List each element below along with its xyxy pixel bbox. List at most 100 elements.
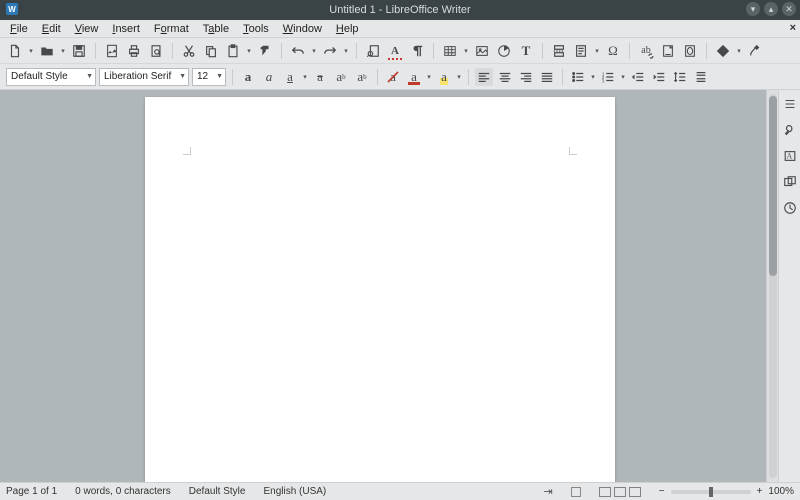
basic-shapes-dropdown[interactable]: ▾ bbox=[736, 42, 742, 60]
document-close-button[interactable]: × bbox=[790, 22, 796, 34]
menu-view[interactable]: View bbox=[69, 21, 105, 37]
save-button[interactable] bbox=[70, 42, 88, 60]
maximize-button[interactable]: ▴ bbox=[764, 2, 778, 16]
increase-indent-button[interactable] bbox=[650, 68, 668, 86]
insert-page-break-button[interactable] bbox=[550, 42, 568, 60]
insert-chart-button[interactable] bbox=[495, 42, 513, 60]
align-right-button[interactable] bbox=[517, 68, 535, 86]
new-document-dropdown[interactable]: ▾ bbox=[28, 42, 34, 60]
draw-functions-button[interactable] bbox=[746, 42, 764, 60]
zoom-slider[interactable] bbox=[671, 490, 751, 494]
scrollbar-thumb[interactable] bbox=[769, 96, 777, 276]
zoom-in-button[interactable]: + bbox=[757, 486, 763, 497]
align-left-button[interactable] bbox=[475, 68, 493, 86]
find-replace-button[interactable] bbox=[364, 42, 382, 60]
bullet-list-button[interactable] bbox=[569, 68, 587, 86]
new-document-button[interactable] bbox=[6, 42, 24, 60]
insert-footnote-button[interactable] bbox=[659, 42, 677, 60]
highlight-button[interactable]: a bbox=[435, 68, 453, 86]
view-multi-page-button[interactable] bbox=[614, 487, 626, 497]
font-color-button[interactable]: a bbox=[405, 68, 423, 86]
export-pdf-button[interactable] bbox=[103, 42, 121, 60]
scrollbar-track[interactable] bbox=[769, 94, 777, 478]
vertical-scrollbar[interactable] bbox=[766, 90, 778, 482]
insert-special-char-button[interactable]: Ω bbox=[604, 42, 622, 60]
view-single-page-button[interactable] bbox=[599, 487, 611, 497]
open-document-button[interactable] bbox=[38, 42, 56, 60]
sidebar-styles-button[interactable]: A bbox=[782, 148, 798, 164]
sidebar-properties-button[interactable] bbox=[782, 122, 798, 138]
italic-button[interactable]: a bbox=[260, 68, 278, 86]
insert-hyperlink-button[interactable]: ab bbox=[637, 42, 655, 60]
number-list-button[interactable]: 123 bbox=[599, 68, 617, 86]
undo-button[interactable] bbox=[289, 42, 307, 60]
undo-dropdown[interactable]: ▾ bbox=[311, 42, 317, 60]
zoom-out-button[interactable]: − bbox=[659, 486, 665, 497]
insert-bookmark-button[interactable] bbox=[681, 42, 699, 60]
font-color-dropdown[interactable]: ▾ bbox=[426, 68, 432, 86]
menu-tools[interactable]: Tools bbox=[237, 21, 275, 37]
strikethrough-button[interactable]: a bbox=[311, 68, 329, 86]
sidebar-settings-button[interactable] bbox=[782, 96, 798, 112]
paste-button[interactable] bbox=[224, 42, 242, 60]
zoom-value[interactable]: 100% bbox=[768, 486, 794, 497]
menu-help[interactable]: Help bbox=[330, 21, 365, 37]
menu-insert[interactable]: Insert bbox=[106, 21, 146, 37]
font-size-combo[interactable]: 12▼ bbox=[192, 68, 226, 86]
insert-image-button[interactable] bbox=[473, 42, 491, 60]
status-page[interactable]: Page 1 of 1 bbox=[6, 486, 57, 497]
insert-field-button[interactable] bbox=[572, 42, 590, 60]
justify-button[interactable] bbox=[538, 68, 556, 86]
document-area bbox=[0, 90, 778, 482]
status-signature-icon[interactable]: ⇥ bbox=[544, 485, 553, 498]
line-spacing-button[interactable] bbox=[671, 68, 689, 86]
font-name-combo[interactable]: Liberation Serif▼ bbox=[99, 68, 189, 86]
insert-table-button[interactable] bbox=[441, 42, 459, 60]
clone-formatting-button[interactable] bbox=[256, 42, 274, 60]
paragraph-spacing-button[interactable] bbox=[692, 68, 710, 86]
menu-window[interactable]: Window bbox=[277, 21, 328, 37]
sidebar-navigator-button[interactable] bbox=[782, 200, 798, 216]
menu-file[interactable]: File bbox=[4, 21, 34, 37]
paragraph-style-combo[interactable]: Default Style▼ bbox=[6, 68, 96, 86]
copy-button[interactable] bbox=[202, 42, 220, 60]
insert-field-dropdown[interactable]: ▾ bbox=[594, 42, 600, 60]
redo-dropdown[interactable]: ▾ bbox=[343, 42, 349, 60]
align-center-button[interactable] bbox=[496, 68, 514, 86]
paste-dropdown[interactable]: ▾ bbox=[246, 42, 252, 60]
spellcheck-button[interactable]: A bbox=[386, 42, 404, 60]
close-window-button[interactable]: ✕ bbox=[782, 2, 796, 16]
minimize-button[interactable]: ▾ bbox=[746, 2, 760, 16]
sidebar-gallery-button[interactable] bbox=[782, 174, 798, 190]
status-selection-mode[interactable] bbox=[571, 487, 581, 497]
status-language[interactable]: English (USA) bbox=[263, 486, 326, 497]
print-preview-button[interactable] bbox=[147, 42, 165, 60]
basic-shapes-button[interactable] bbox=[714, 42, 732, 60]
bold-button[interactable]: a bbox=[239, 68, 257, 86]
cut-button[interactable] bbox=[180, 42, 198, 60]
menu-table[interactable]: Table bbox=[197, 21, 235, 37]
superscript-button[interactable]: ab bbox=[332, 68, 350, 86]
insert-table-dropdown[interactable]: ▾ bbox=[463, 42, 469, 60]
page[interactable] bbox=[145, 97, 615, 482]
open-document-dropdown[interactable]: ▾ bbox=[60, 42, 66, 60]
view-book-button[interactable] bbox=[629, 487, 641, 497]
formatting-marks-button[interactable] bbox=[408, 42, 426, 60]
menu-format[interactable]: Format bbox=[148, 21, 195, 37]
print-button[interactable] bbox=[125, 42, 143, 60]
subscript-button[interactable]: ab bbox=[353, 68, 371, 86]
highlight-dropdown[interactable]: ▾ bbox=[456, 68, 462, 86]
clear-formatting-button[interactable]: a bbox=[384, 68, 402, 86]
menu-edit[interactable]: Edit bbox=[36, 21, 67, 37]
insert-textbox-button[interactable]: T bbox=[517, 42, 535, 60]
zoom-slider-thumb[interactable] bbox=[709, 487, 713, 497]
status-wordcount[interactable]: 0 words, 0 characters bbox=[75, 486, 171, 497]
underline-button[interactable]: a bbox=[281, 68, 299, 86]
status-style[interactable]: Default Style bbox=[189, 486, 246, 497]
redo-button[interactable] bbox=[321, 42, 339, 60]
number-list-dropdown[interactable]: ▾ bbox=[620, 68, 626, 86]
document-canvas[interactable] bbox=[0, 90, 766, 482]
underline-dropdown[interactable]: ▾ bbox=[302, 68, 308, 86]
bullet-list-dropdown[interactable]: ▾ bbox=[590, 68, 596, 86]
decrease-indent-button[interactable] bbox=[629, 68, 647, 86]
